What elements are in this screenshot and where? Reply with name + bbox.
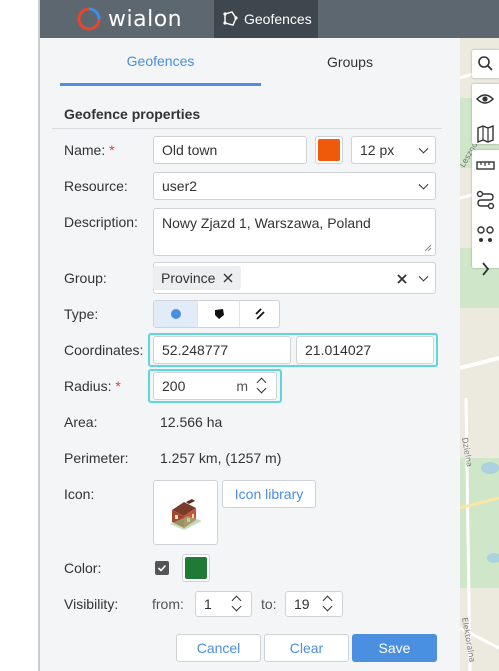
required-mark: * (109, 142, 115, 158)
latitude-input[interactable]: 52.248777 (153, 336, 291, 364)
map-icon[interactable] (472, 119, 499, 149)
group-chip-label: Province (161, 270, 216, 286)
visibility-to-value: 19 (294, 596, 310, 612)
check-icon (157, 564, 167, 572)
type-label: Type: (64, 306, 99, 322)
resource-label: Resource: (64, 178, 128, 194)
topbar-tab-label: Geofences (244, 11, 312, 27)
app-window: Leszno Dzielna Elektoralna wialon Geofen… (0, 0, 499, 671)
required-mark: * (115, 378, 121, 394)
group-label: Group: (64, 270, 107, 286)
name-color-picker[interactable] (315, 136, 343, 164)
search-icon (478, 56, 493, 71)
wialon-logo-icon (77, 7, 101, 31)
resource-value: user2 (162, 178, 198, 194)
radius-stepper-icon[interactable] (256, 376, 268, 396)
section-divider (52, 128, 442, 129)
topbar-tab-geofences[interactable]: Geofences (214, 0, 318, 38)
visibility-to-input[interactable]: 19 (285, 591, 343, 617)
nearby-icon[interactable] (472, 220, 499, 250)
type-selector (153, 300, 280, 328)
tab-geofences[interactable]: Geofences (60, 38, 261, 86)
fill-color-swatch (185, 557, 207, 579)
icon-library-button[interactable]: Icon library (222, 480, 316, 508)
eye-icon[interactable] (472, 84, 499, 114)
resize-handle-icon[interactable] (424, 244, 432, 252)
radius-label: Radius: * (64, 378, 121, 394)
circle-icon (170, 309, 181, 319)
map-tools-group (472, 150, 499, 276)
building-icon (169, 498, 202, 530)
line-width-value: 12 px (360, 142, 395, 158)
color-label: Color: (64, 560, 102, 576)
polygon-icon (214, 309, 224, 319)
wialon-logo[interactable]: wialon (76, 5, 182, 33)
description-value: Nowy Zjazd 1, Warszawa, Poland (162, 215, 371, 231)
radius-unit: m (236, 378, 248, 394)
logo-text: wialon (108, 6, 183, 32)
description-textarea[interactable]: Nowy Zjazd 1, Warszawa, Poland (153, 208, 436, 256)
visibility-to-stepper-icon[interactable] (322, 594, 334, 614)
geofence-icon-preview[interactable] (153, 480, 218, 545)
name-input[interactable]: Old town (153, 136, 307, 164)
fill-color-picker[interactable] (182, 554, 210, 582)
area-label: Area: (64, 414, 98, 430)
map-layers-group (472, 84, 499, 144)
visibility-label: Visibility: (64, 596, 119, 612)
radius-value: 200 (162, 378, 186, 394)
name-label: Name: * (64, 142, 115, 158)
group-chip: Province (153, 266, 242, 290)
chevron-down-icon (418, 143, 429, 154)
visibility-from-input[interactable]: 1 (195, 591, 252, 617)
clear-icon[interactable] (397, 274, 407, 284)
clear-button[interactable]: Clear (264, 634, 349, 662)
chevron-down-icon (418, 179, 429, 190)
description-label: Description: (64, 214, 138, 230)
section-title: Geofence properties (64, 106, 201, 122)
color-checkbox[interactable] (155, 561, 169, 575)
resource-select[interactable]: user2 (153, 172, 436, 200)
tab-groups[interactable]: Groups (261, 38, 439, 86)
save-button[interactable]: Save (352, 634, 437, 662)
name-color-swatch (318, 139, 340, 161)
radius-input[interactable]: 200 m (153, 372, 277, 400)
geofence-icon (223, 11, 238, 26)
type-line-option[interactable] (239, 301, 279, 327)
type-circle-option[interactable] (154, 301, 197, 327)
coordinates-label: Coordinates: (64, 342, 144, 358)
visibility-from-stepper-icon[interactable] (231, 594, 243, 614)
longitude-input[interactable]: 21.014027 (296, 336, 434, 364)
type-polygon-option[interactable] (197, 301, 239, 327)
panel-tabs: Geofences Groups (40, 38, 460, 86)
visibility-to-label: to: (261, 596, 277, 612)
chevron-down-icon (418, 271, 429, 282)
visibility-from-value: 1 (204, 596, 212, 612)
ruler-icon[interactable] (472, 150, 499, 180)
line-width-select[interactable]: 12 px (351, 136, 436, 164)
top-bar: wialon Geofences (40, 0, 499, 38)
geofence-panel: Geofences Groups Geofence properties Nam… (40, 38, 460, 671)
cancel-button[interactable]: Cancel (176, 634, 261, 662)
perimeter-value: 1.257 km, (1257 m) (160, 450, 282, 466)
area-value: 12.566 ha (160, 414, 223, 430)
perimeter-label: Perimeter: (64, 450, 129, 466)
route-icon[interactable] (472, 185, 499, 215)
chevron-right-icon[interactable] (472, 255, 499, 283)
line-icon (254, 308, 265, 320)
close-icon[interactable] (223, 273, 233, 283)
visibility-from-label: from: (152, 596, 184, 612)
icon-label: Icon: (64, 486, 95, 502)
map-search-button[interactable] (472, 50, 499, 78)
